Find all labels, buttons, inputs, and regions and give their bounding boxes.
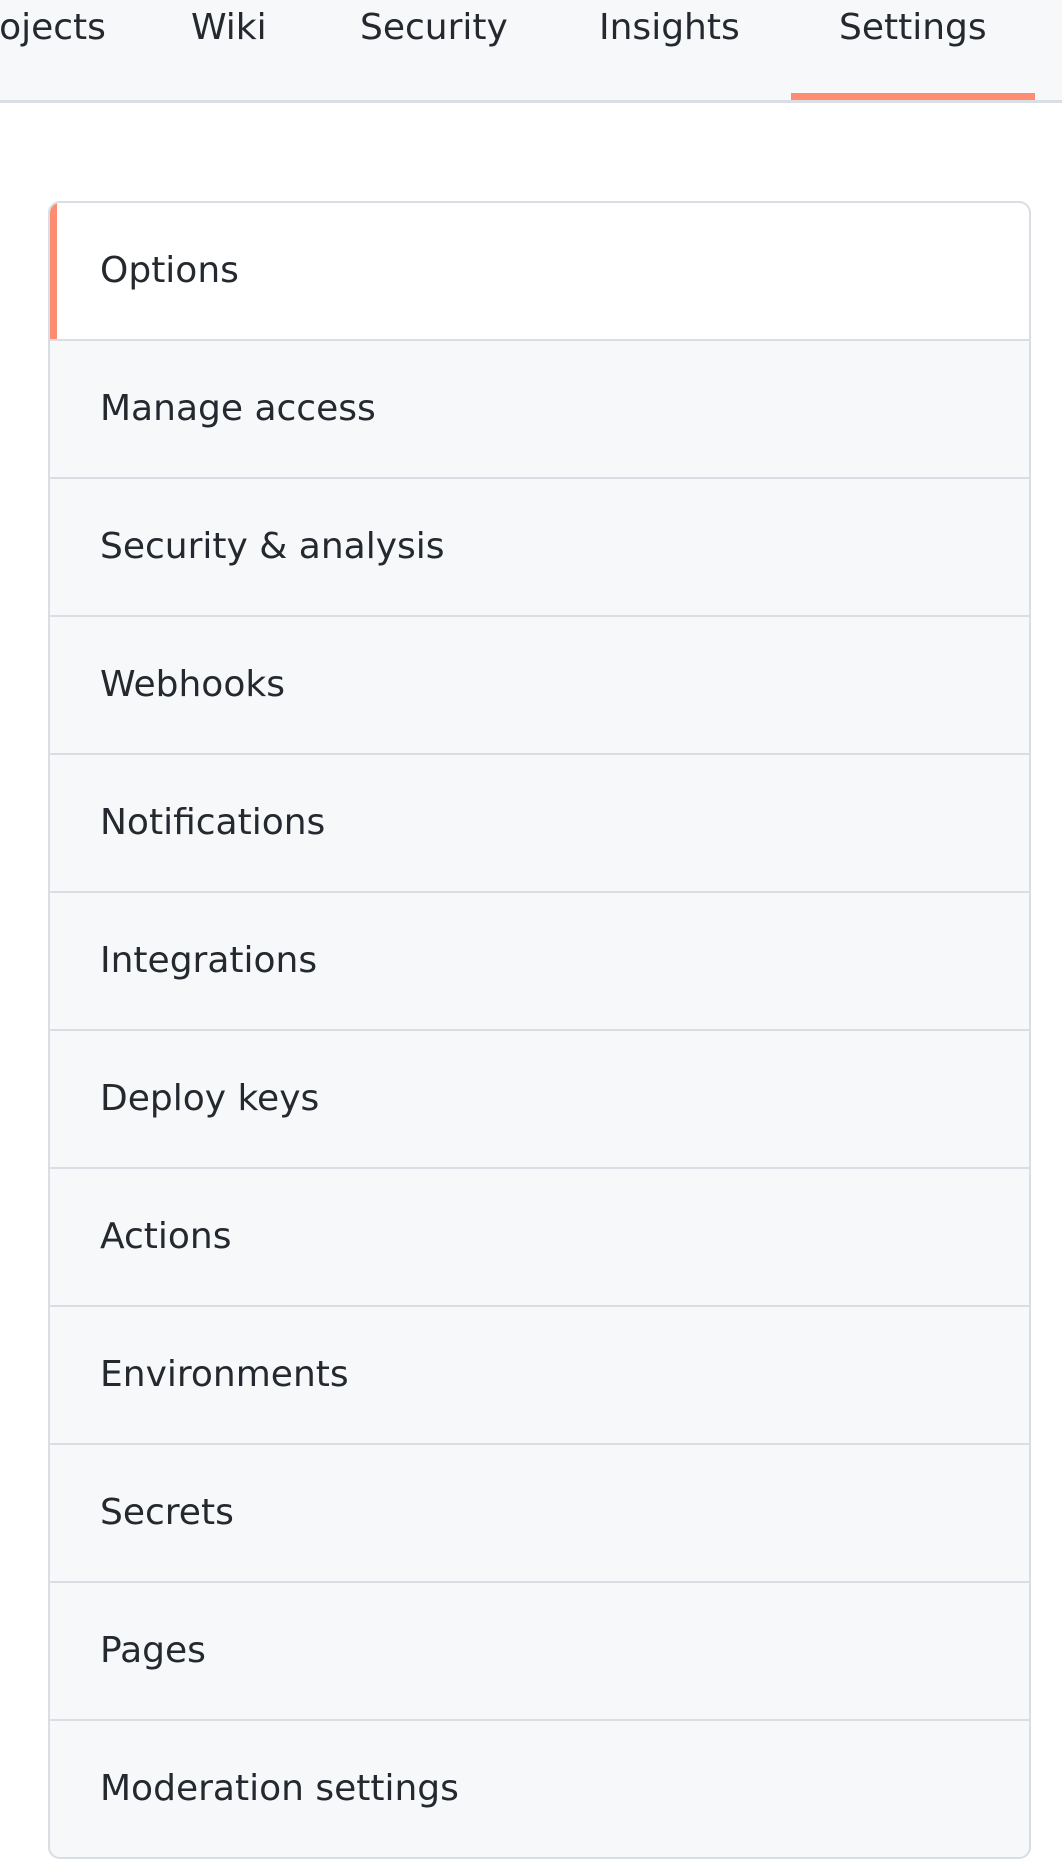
menu-item-integrations[interactable]: Integrations (50, 891, 1029, 1029)
tab-security[interactable]: Security (360, 0, 508, 100)
tab-wiki[interactable]: Wiki (191, 0, 267, 100)
menu-item-options[interactable]: Options (50, 203, 1029, 339)
menu-item-notifications[interactable]: Notifications (50, 753, 1029, 891)
settings-menu: Options Manage access Security & analysi… (48, 201, 1031, 1859)
tab-insights[interactable]: Insights (599, 0, 740, 100)
menu-item-webhooks[interactable]: Webhooks (50, 615, 1029, 753)
menu-item-actions[interactable]: Actions (50, 1167, 1029, 1305)
menu-item-manage-access[interactable]: Manage access (50, 339, 1029, 477)
tab-settings[interactable]: Settings (791, 0, 1035, 100)
menu-item-pages[interactable]: Pages (50, 1581, 1029, 1719)
menu-item-deploy-keys[interactable]: Deploy keys (50, 1029, 1029, 1167)
repo-tab-bar: Projects Wiki Security Insights Settings (0, 0, 1062, 103)
menu-item-moderation-settings[interactable]: Moderation settings (50, 1719, 1029, 1857)
menu-item-environments[interactable]: Environments (50, 1305, 1029, 1443)
menu-item-secrets[interactable]: Secrets (50, 1443, 1029, 1581)
tab-projects[interactable]: Projects (0, 0, 106, 100)
menu-item-security-analysis[interactable]: Security & analysis (50, 477, 1029, 615)
